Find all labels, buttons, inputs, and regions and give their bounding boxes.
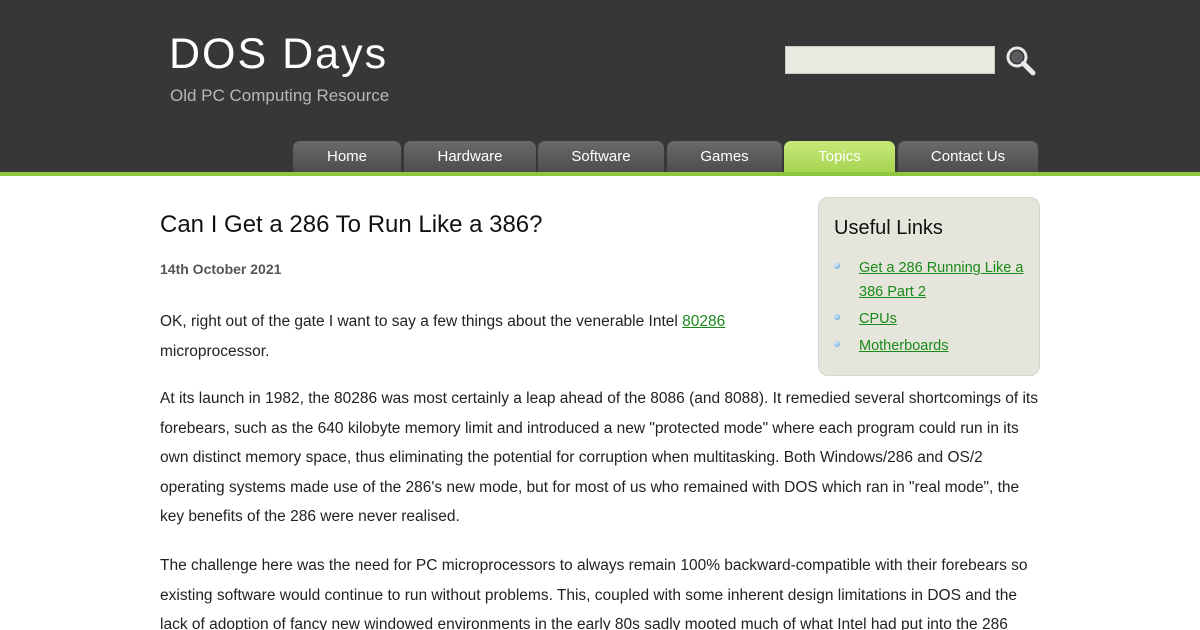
- list-item: Get a 286 Running Like a 386 Part 2: [833, 256, 1029, 304]
- list-item: CPUs: [833, 307, 1029, 331]
- tab-home[interactable]: Home: [293, 141, 401, 172]
- paragraph-launch: At its launch in 1982, the 80286 was mos…: [160, 390, 1038, 525]
- bullet-icon: [834, 341, 840, 347]
- tab-games[interactable]: Games: [667, 141, 782, 172]
- page-title: Can I Get a 286 To Run Like a 386?: [160, 211, 543, 238]
- useful-links-panel: Useful Links Get a 286 Running Like a 38…: [818, 197, 1040, 376]
- search-icon: [1006, 46, 1036, 76]
- bullet-icon: [834, 263, 840, 269]
- link-286-part-2[interactable]: Get a 286 Running Like a 386 Part 2: [859, 260, 1023, 300]
- sidebar-title: Useful Links: [834, 217, 943, 239]
- link-80286[interactable]: 80286: [682, 313, 725, 330]
- site-tagline: Old PC Computing Resource: [170, 86, 390, 105]
- tab-software[interactable]: Software: [538, 141, 664, 172]
- intro-paragraph: OK, right out of the gate I want to say …: [160, 307, 735, 366]
- tab-contact-us[interactable]: Contact Us: [898, 141, 1038, 172]
- tab-hardware[interactable]: Hardware: [404, 141, 536, 172]
- site-title[interactable]: DOS Days: [169, 30, 388, 79]
- intro-text-end: microprocessor.: [160, 342, 270, 360]
- list-item: Motherboards: [833, 334, 1029, 358]
- search-input[interactable]: [785, 46, 995, 74]
- header-divider: [0, 172, 1200, 176]
- paragraph-challenge: The challenge here was the need for PC m…: [160, 557, 1028, 630]
- search-button[interactable]: [1004, 44, 1038, 78]
- tab-topics[interactable]: Topics: [784, 141, 895, 172]
- link-cpus[interactable]: CPUs: [859, 311, 897, 327]
- useful-links-list: Get a 286 Running Like a 386 Part 2 CPUs…: [833, 256, 1029, 361]
- intro-text: OK, right out of the gate I want to say …: [160, 313, 683, 330]
- post-date: 14th October 2021: [160, 261, 282, 277]
- link-motherboards[interactable]: Motherboards: [859, 338, 948, 354]
- bullet-icon: [834, 314, 840, 320]
